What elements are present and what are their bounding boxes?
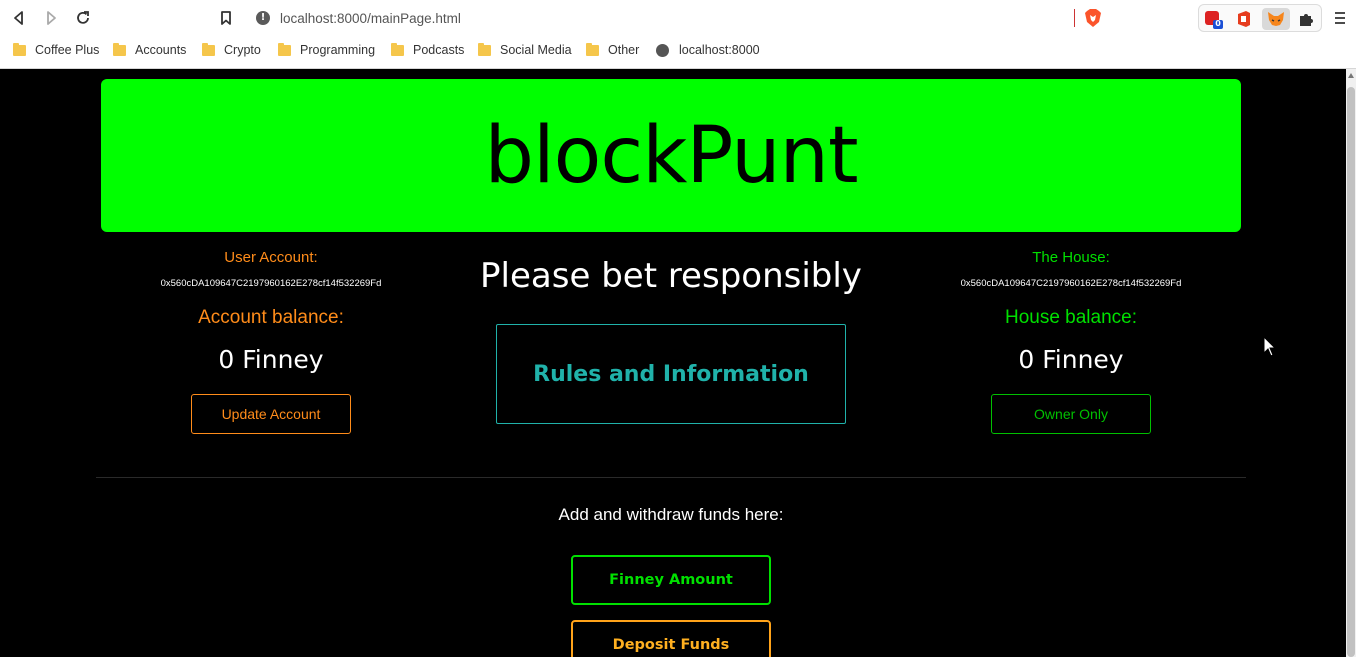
bookmark-folder[interactable]: Crypto [202,42,261,58]
user-account-label: User Account: [224,249,318,266]
folder-icon [13,42,26,56]
url-text: localhost:8000/mainPage.html [280,10,461,26]
center-panel: Please bet responsibly Rules and Informa… [441,247,901,424]
scroll-thumb[interactable] [1347,87,1355,657]
account-balance-value: 0 Finney [218,345,324,374]
update-account-button[interactable]: Update Account [191,394,351,434]
folder-icon [586,42,599,56]
address-bar[interactable]: ! localhost:8000/mainPage.html [256,9,461,27]
metamask-fox-icon[interactable] [1262,8,1290,30]
house-balance-value: 0 Finney [1018,345,1124,374]
deposit-funds-button[interactable]: Deposit Funds [571,620,771,657]
funds-label: Add and withdraw funds here: [558,505,784,524]
extension-badge: 0 [1215,19,1221,28]
reload-icon[interactable] [73,8,93,28]
tagline: Please bet responsibly [480,256,862,296]
section-divider [96,477,1246,478]
bookmark-folder[interactable]: Accounts [113,42,186,58]
bookmarks-bar: Coffee Plus Accounts Crypto Programming … [0,38,1356,62]
user-account-panel: User Account: 0x560cDA109647C2197960162E… [101,247,441,434]
bookmark-link[interactable]: localhost:8000 [656,42,760,58]
rules-information-button[interactable]: Rules and Information [496,324,846,424]
brave-shield-icon[interactable] [1084,8,1102,28]
menu-icon[interactable] [1332,8,1348,28]
forward-icon[interactable] [41,8,61,28]
browser-chrome: ! localhost:8000/mainPage.html 0 Coffee … [0,0,1356,69]
folder-icon [202,42,215,56]
globe-icon [656,43,669,57]
page-content: blockPunt User Account: 0x560cDA109647C2… [0,69,1346,657]
bookmark-folder[interactable]: Podcasts [391,42,464,58]
info-icon[interactable]: ! [256,11,270,25]
site-title: blockPunt [484,110,858,201]
folder-icon [478,42,491,56]
bookmark-folder[interactable]: Other [586,42,639,58]
owner-only-button[interactable]: Owner Only [991,394,1151,434]
browser-toolbar: ! localhost:8000/mainPage.html 0 [0,0,1356,36]
extensions-group: 0 [1198,4,1322,32]
folder-icon [113,42,126,56]
house-address: 0x560cDA109647C2197960162E278cf14f532269… [960,278,1182,289]
bookmark-folder[interactable]: Programming [278,42,375,58]
bookmark-folder[interactable]: Social Media [478,42,572,58]
back-icon[interactable] [9,8,29,28]
account-balance-label: Account balance: [198,307,344,328]
scroll-up-arrow-icon[interactable] [1348,73,1354,78]
finney-amount-button[interactable]: Finney Amount [571,555,771,605]
bookmark-folder[interactable]: Coffee Plus [13,42,99,58]
house-balance-label: House balance: [1004,307,1138,328]
puzzle-extensions-icon[interactable] [1295,8,1317,30]
house-label: The House: [1032,249,1110,266]
bookmark-icon[interactable] [216,8,236,28]
header-banner: blockPunt [101,79,1241,232]
toolbar-divider [1074,9,1075,27]
extension-red-icon[interactable]: 0 [1202,8,1224,30]
house-panel: The House: 0x560cDA109647C2197960162E278… [901,247,1241,434]
office-icon[interactable] [1233,8,1255,30]
folder-icon [278,42,291,56]
scrollbar[interactable] [1346,69,1356,657]
folder-icon [391,42,404,56]
user-address: 0x560cDA109647C2197960162E278cf14f532269… [160,278,382,289]
